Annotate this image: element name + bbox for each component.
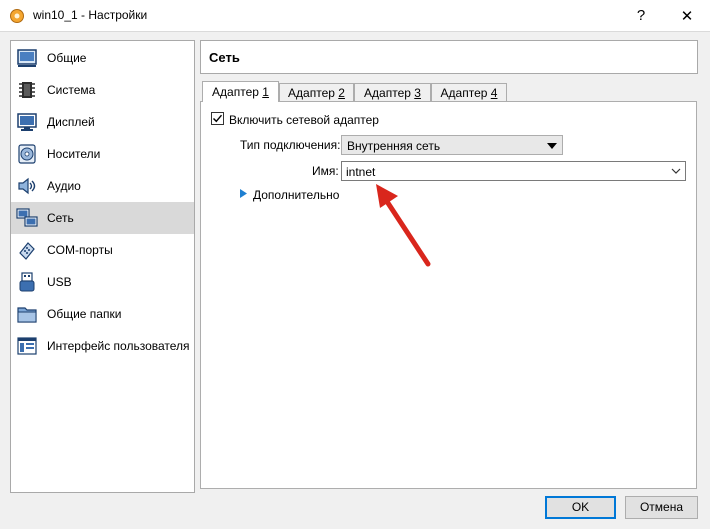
network-icon (16, 208, 38, 227)
sidebar-item-label: Дисплей (47, 115, 95, 129)
title-bar: win10_1 - Настройки ? ✕ (0, 0, 710, 31)
chevron-down-icon[interactable] (670, 164, 682, 178)
usb-icon (19, 272, 35, 292)
tab-adapter-2[interactable]: Адаптер 2 (279, 83, 354, 101)
sidebar-item-audio[interactable]: Аудио (11, 170, 194, 202)
adapter-panel (200, 101, 697, 489)
enable-adapter-checkbox[interactable] (211, 112, 224, 125)
help-button[interactable]: ? (618, 0, 664, 31)
dropdown-arrow-icon (547, 143, 557, 149)
tab-adapter-4[interactable]: Адаптер 4 (431, 83, 507, 101)
tab-adapter-3[interactable]: Адаптер 3 (354, 83, 431, 101)
sidebar-item-label: Аудио (47, 179, 81, 193)
audio-speaker-icon (18, 177, 36, 195)
virtualbox-app-icon (10, 9, 24, 23)
tab-adapter-1[interactable]: Адаптер 1 (202, 81, 279, 102)
enable-adapter-label[interactable]: Включить сетевой адаптер (229, 113, 379, 127)
expand-triangle-icon[interactable] (239, 188, 248, 199)
display-monitor-icon (17, 113, 37, 131)
advanced-toggle[interactable]: Дополнительно (253, 188, 339, 202)
settings-sidebar: Общие Система Дисплей Носители Аудио Сет… (10, 40, 195, 493)
attachment-type-label: Тип подключения: (240, 138, 341, 152)
sidebar-item-label: Система (47, 83, 96, 97)
sidebar-item-storage[interactable]: Носители (11, 138, 194, 170)
sidebar-item-system[interactable]: Система (11, 74, 194, 106)
sidebar-item-label: Носители (47, 147, 101, 161)
close-icon: ✕ (680, 7, 694, 25)
sidebar-item-label: COM-порты (47, 243, 113, 257)
network-name-label: Имя: (312, 164, 339, 178)
sidebar-item-display[interactable]: Дисплей (11, 106, 194, 138)
sidebar-item-label: USB (47, 275, 72, 289)
serial-port-icon (19, 242, 35, 260)
ok-button[interactable]: OK (545, 496, 616, 519)
sidebar-item-label: Сеть (47, 211, 74, 225)
close-button[interactable]: ✕ (664, 0, 710, 31)
sidebar-item-usb[interactable]: USB (11, 266, 194, 298)
sidebar-item-label: Общие папки (47, 307, 122, 321)
general-icon (17, 49, 37, 67)
page-title: Сеть (209, 50, 240, 65)
page-header: Сеть (200, 40, 698, 74)
sidebar-item-general[interactable]: Общие (11, 42, 194, 74)
sidebar-item-label: Интерфейс пользователя (47, 339, 190, 353)
annotation-arrow (376, 184, 431, 267)
shared-folder-icon (17, 307, 37, 323)
sidebar-item-serial-ports[interactable]: COM-порты (11, 234, 194, 266)
sidebar-item-shared-folders[interactable]: Общие папки (11, 298, 194, 330)
window-title: win10_1 - Настройки (33, 8, 148, 22)
storage-disc-icon (18, 144, 36, 164)
check-icon (213, 114, 223, 123)
sidebar-item-network[interactable]: Сеть (11, 202, 194, 234)
sidebar-item-user-interface[interactable]: Интерфейс пользователя (11, 330, 194, 362)
system-chip-icon (19, 82, 35, 98)
sidebar-item-label: Общие (47, 51, 87, 65)
title-divider (0, 31, 710, 32)
attachment-type-select[interactable]: Внутренняя сеть (341, 135, 563, 155)
network-name-combobox[interactable]: intnet (341, 161, 686, 181)
cancel-button[interactable]: Отмена (625, 496, 698, 519)
user-interface-icon (17, 337, 37, 355)
